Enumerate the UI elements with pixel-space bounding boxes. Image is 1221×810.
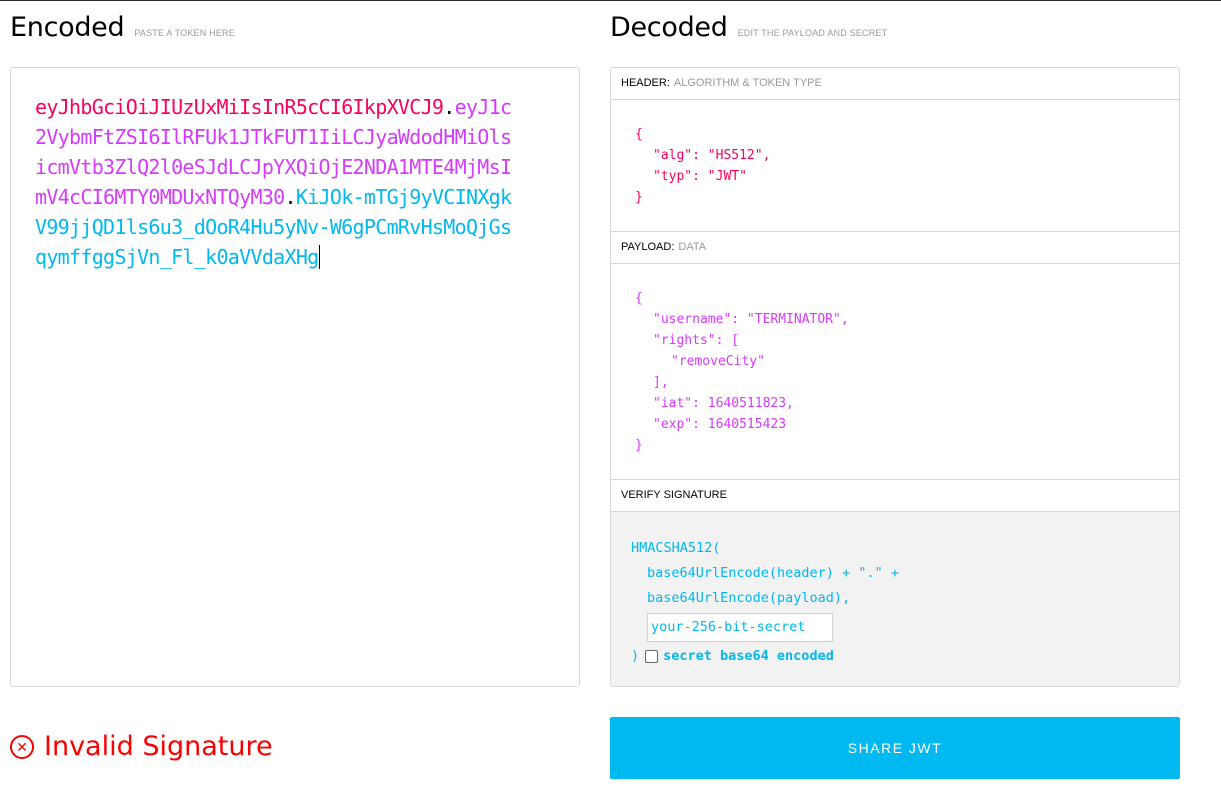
token-dot: .	[284, 185, 297, 209]
decoded-hint: EDIT THE PAYLOAD AND SECRET	[737, 28, 888, 38]
payload-json-editor[interactable]: { "username": "TERMINATOR", "rights": [ …	[611, 264, 1179, 480]
top-border	[0, 0, 1221, 1]
header-section-label: HEADER:	[621, 77, 670, 89]
base64-checkbox-label[interactable]: secret base64 encoded	[663, 644, 834, 669]
signature-body: HMACSHA512( base64UrlEncode(header) + ".…	[611, 512, 1179, 686]
share-jwt-button[interactable]: SHARE JWT	[610, 717, 1180, 779]
json-line: "rights": [	[653, 333, 740, 348]
secret-input[interactable]: your-256-bit-secret	[647, 613, 833, 642]
signature-status-text: Invalid Signature	[44, 731, 273, 762]
signature-status: ✕ Invalid Signature	[10, 731, 273, 762]
decoded-heading: Decoded EDIT THE PAYLOAD AND SECRET	[610, 12, 887, 43]
encoded-heading: Encoded PASTE A TOKEN HERE	[10, 12, 235, 43]
token-text[interactable]: eyJhbGciOiJIUzUxMiIsInR5cCI6IkpXVCJ9.eyJ…	[35, 92, 515, 272]
json-line: "typ": "JWT"	[653, 169, 747, 184]
token-dot: .	[443, 95, 455, 119]
payload-section-label: PAYLOAD:	[621, 241, 675, 253]
json-line: "removeCity"	[671, 354, 765, 369]
decoded-panel: HEADER: ALGORITHM & TOKEN TYPE { "alg": "…	[610, 67, 1180, 687]
json-line: {	[635, 291, 643, 306]
close-circle-icon: ✕	[10, 734, 34, 759]
encoded-token-editor[interactable]: eyJhbGciOiJIUzUxMiIsInR5cCI6IkpXVCJ9.eyJ…	[10, 67, 580, 687]
json-line: "alg": "HS512",	[653, 148, 771, 163]
signature-section-title: VERIFY SIGNATURE	[611, 480, 1179, 512]
token-header-part: eyJhbGciOiJIUzUxMiIsInR5cCI6IkpXVCJ9	[35, 95, 444, 119]
text-caret	[318, 245, 320, 269]
base64-checkbox[interactable]	[645, 650, 659, 663]
header-json-editor[interactable]: { "alg": "HS512", "typ": "JWT" }	[611, 100, 1179, 232]
payload-section-sub: DATA	[678, 241, 707, 253]
header-section-title: HEADER: ALGORITHM & TOKEN TYPE	[611, 68, 1179, 100]
sig-close-row: ) secret base64 encoded	[631, 644, 1179, 669]
json-line: {	[635, 127, 643, 142]
json-line: "username": "TERMINATOR",	[653, 312, 849, 327]
payload-section-title: PAYLOAD: DATA	[611, 232, 1179, 264]
json-line: "iat": 1640511823,	[653, 396, 794, 411]
encoded-title: Encoded	[10, 12, 125, 43]
json-line: }	[635, 190, 643, 205]
signature-section-label: VERIFY SIGNATURE	[621, 489, 727, 501]
sig-line-payload: base64UrlEncode(payload),	[647, 590, 851, 606]
sig-line-fn: HMACSHA512(	[631, 540, 721, 556]
json-line: ],	[653, 375, 669, 390]
decoded-title: Decoded	[610, 12, 728, 43]
sig-line-header: base64UrlEncode(header) + "." +	[647, 565, 899, 581]
encoded-hint: PASTE A TOKEN HERE	[134, 28, 235, 38]
json-line: }	[635, 438, 643, 453]
json-line: "exp": 1640515423	[653, 417, 787, 432]
sig-close-paren: )	[631, 648, 640, 664]
header-section-sub: ALGORITHM & TOKEN TYPE	[673, 77, 822, 89]
